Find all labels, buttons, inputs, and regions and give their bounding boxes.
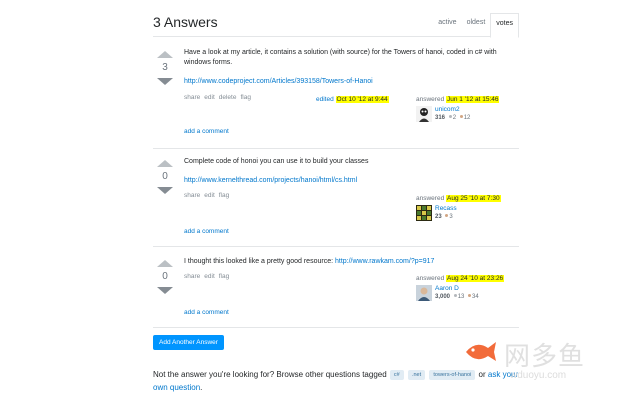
silver-count: 13 xyxy=(457,294,465,300)
rep-score: 3,000 xyxy=(435,294,451,300)
answers-header: 3 Answers active oldest votes xyxy=(153,0,519,38)
add-comment-link[interactable]: add a comment xyxy=(184,128,229,135)
delete-link[interactable]: delete xyxy=(219,94,237,101)
share-link[interactable]: share xyxy=(184,273,200,280)
answer-body: Have a look at my article, it contains a… xyxy=(184,48,519,96)
bronze-badge-icon xyxy=(468,294,472,298)
share-link[interactable]: share xyxy=(184,94,200,101)
notice-text: Not the answer you're looking for? Brows… xyxy=(153,370,387,379)
add-comment-link[interactable]: add a comment xyxy=(184,228,229,235)
user-details: Recass 23 3 xyxy=(416,205,516,225)
silver-badge-icon xyxy=(448,115,452,119)
answered-label: answered xyxy=(416,96,445,103)
sort-tabs: active oldest votes xyxy=(433,13,519,38)
vote-count: 3 xyxy=(162,62,168,73)
edit-link[interactable]: edit xyxy=(204,94,214,101)
answered-info: answered Aug 24 '10 at 23:26 xyxy=(416,275,516,282)
answered-info: answered Aug 25 '10 at 7:30 xyxy=(416,195,516,202)
user-reputation: 3,000 13 34 xyxy=(435,294,479,300)
vote-cell: 0 xyxy=(153,260,177,294)
tab-active[interactable]: active xyxy=(433,13,461,36)
bronze-badge-icon xyxy=(459,115,463,119)
add-comment-link[interactable]: add a comment xyxy=(184,309,229,316)
post-menu: share edit delete flag xyxy=(184,94,255,101)
rep-score: 316 xyxy=(435,115,446,121)
answer-3: 0 I thought this looked like a pretty go… xyxy=(153,257,519,327)
answers-section: 3 Answers active oldest votes 3 Have a l… xyxy=(0,0,640,400)
user-reputation: 316 2 12 xyxy=(435,115,470,121)
answer-2: 0 Complete code of honoi you can use it … xyxy=(153,157,519,245)
post-menu: share edit flag xyxy=(184,192,233,199)
vote-count: 0 xyxy=(162,271,168,282)
answer-link[interactable]: http://www.codeproject.com/Articles/3931… xyxy=(184,78,373,85)
user-reputation: 23 3 xyxy=(435,214,453,220)
flag-link[interactable]: flag xyxy=(219,192,229,199)
divider xyxy=(153,246,519,247)
user-name[interactable]: unicom2 xyxy=(435,106,460,113)
answers-count: 3 Answers xyxy=(153,14,218,30)
silver-badge-icon xyxy=(453,294,457,298)
tab-oldest[interactable]: oldest xyxy=(462,13,491,36)
rep-score: 23 xyxy=(435,214,442,220)
watermark-url: wduoyu.com xyxy=(510,370,567,381)
tab-votes[interactable]: votes xyxy=(490,13,519,38)
fish-logo-icon xyxy=(461,331,501,371)
silver-count: 2 xyxy=(452,115,457,121)
edited-time: Oct 10 '12 at 9:44 xyxy=(335,96,389,103)
downvote-arrow-icon[interactable] xyxy=(157,78,173,85)
edit-link[interactable]: edit xyxy=(204,273,214,280)
user-name[interactable]: Aaron D xyxy=(435,285,459,292)
notice-end: . xyxy=(200,383,203,392)
edited-info[interactable]: edited Oct 10 '12 at 9:44 xyxy=(316,96,389,103)
edited-label: edited xyxy=(316,96,334,103)
user-card: answered Aug 25 '10 at 7:30 Recass 23 3 xyxy=(416,195,516,225)
downvote-arrow-icon[interactable] xyxy=(157,187,173,194)
bronze-count: 34 xyxy=(472,294,479,300)
answered-time: Aug 24 '10 at 23:26 xyxy=(446,275,505,282)
flag-link[interactable]: flag xyxy=(219,273,229,280)
user-card: answered Aug 24 '10 at 23:26 Aaron D 3,0… xyxy=(416,275,516,305)
bronze-badge-icon xyxy=(445,214,449,218)
answer-text: Have a look at my article, it contains a… xyxy=(184,49,497,66)
avatar[interactable] xyxy=(416,285,432,301)
answer-text: I thought this looked like a pretty good… xyxy=(184,258,335,265)
avatar[interactable] xyxy=(416,205,432,221)
bronze-count: 3 xyxy=(449,214,453,220)
tag-csharp[interactable]: c# xyxy=(389,370,404,380)
upvote-arrow-icon[interactable] xyxy=(157,260,173,267)
answered-time: Aug 25 '10 at 7:30 xyxy=(446,195,501,202)
answer-link[interactable]: http://www.kernelthread.com/projects/han… xyxy=(184,177,357,184)
watermark: 网多鱼 wduoyu.com xyxy=(460,330,640,400)
avatar[interactable] xyxy=(416,106,432,122)
upvote-arrow-icon[interactable] xyxy=(157,160,173,167)
divider xyxy=(153,327,519,328)
vote-count: 0 xyxy=(162,171,168,182)
user-card: answered Jun 1 '12 at 15:46 unicom2 316 … xyxy=(416,96,516,126)
answer-body: I thought this looked like a pretty good… xyxy=(184,257,519,276)
answer-1: 3 Have a look at my article, it contains… xyxy=(153,48,519,146)
add-another-answer-button[interactable]: Add Another Answer xyxy=(153,335,224,350)
downvote-arrow-icon[interactable] xyxy=(157,287,173,294)
watermark-title: 网多鱼 xyxy=(504,342,586,372)
tag-dotnet[interactable]: .net xyxy=(407,370,426,380)
answer-text: Complete code of honoi you can use it to… xyxy=(184,158,369,165)
vote-cell: 0 xyxy=(153,160,177,194)
edit-link[interactable]: edit xyxy=(204,192,214,199)
user-details: unicom2 316 2 12 xyxy=(416,106,516,126)
answer-body: Complete code of honoi you can use it to… xyxy=(184,157,519,195)
user-details: Aaron D 3,000 13 34 xyxy=(416,285,516,305)
answered-label: answered xyxy=(416,195,445,202)
upvote-arrow-icon[interactable] xyxy=(157,51,173,58)
bronze-count: 12 xyxy=(463,115,471,121)
answer-link[interactable]: http://www.rawkam.com/?p=917 xyxy=(335,258,434,265)
answered-info: answered Jun 1 '12 at 15:46 xyxy=(416,96,516,103)
divider xyxy=(153,148,519,149)
share-link[interactable]: share xyxy=(184,192,200,199)
user-name[interactable]: Recass xyxy=(435,205,457,212)
post-menu: share edit flag xyxy=(184,273,233,280)
answered-label: answered xyxy=(416,275,445,282)
vote-cell: 3 xyxy=(153,51,177,85)
answered-time: Jun 1 '12 at 15:46 xyxy=(446,96,500,103)
flag-link[interactable]: flag xyxy=(240,94,250,101)
